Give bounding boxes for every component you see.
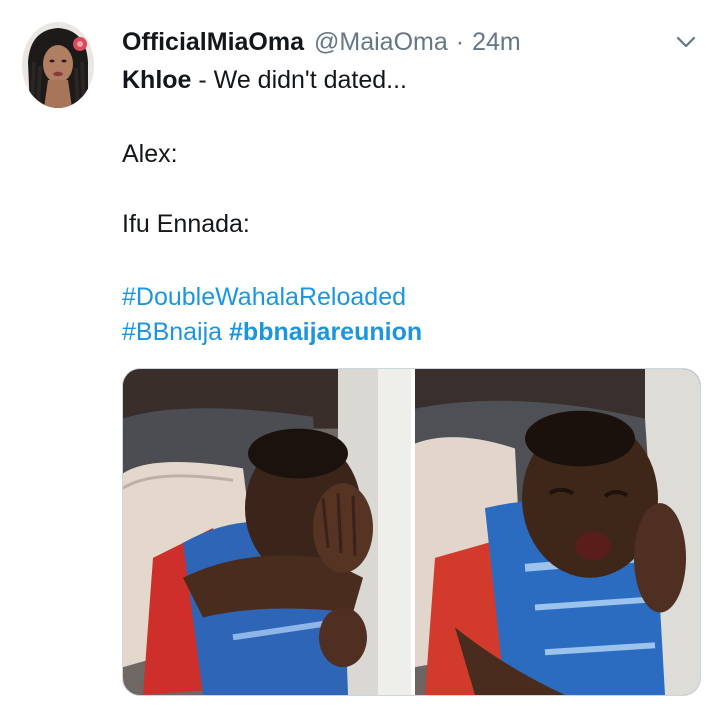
- tweet-header: OfficialMiaOma @MaiaOma · 24m: [122, 26, 700, 58]
- crying-baby-image: [123, 369, 411, 695]
- tweet-text-line-3: Ifu Ennada:: [122, 210, 250, 238]
- tweet-timestamp[interactable]: 24m: [472, 28, 521, 57]
- media-grid: [122, 368, 701, 696]
- crying-baby-image: [415, 369, 700, 695]
- avatar[interactable]: [22, 22, 94, 108]
- separator-dot: ·: [455, 27, 465, 56]
- media-photo[interactable]: [415, 369, 700, 695]
- display-name[interactable]: OfficialMiaOma: [122, 28, 304, 57]
- media-photo[interactable]: [123, 369, 411, 695]
- hashtag-link[interactable]: #DoubleWahalaReloaded: [122, 283, 406, 311]
- tweet-card[interactable]: OfficialMiaOma @MaiaOma · 24m Khloe - We…: [0, 0, 720, 709]
- user-handle[interactable]: @MaiaOma: [314, 28, 448, 57]
- hashtag-link[interactable]: #BBnaija: [122, 318, 222, 346]
- chevron-down-icon[interactable]: [674, 30, 698, 54]
- tweet-text-name: Khloe: [122, 66, 192, 94]
- tweet-text-rest: - We didn't dated...: [191, 66, 407, 94]
- tweet-text-line-2: Alex:: [122, 140, 178, 168]
- tweet-text-line-1: Khloe - We didn't dated...: [122, 64, 407, 96]
- hashtag-link[interactable]: #bbnaijareunion: [229, 318, 422, 346]
- avatar-image: [22, 22, 94, 108]
- hashtag-line-2: #BBnaija #bbnaijareunion: [122, 316, 422, 348]
- hashtag-line-1: #DoubleWahalaReloaded: [122, 281, 406, 313]
